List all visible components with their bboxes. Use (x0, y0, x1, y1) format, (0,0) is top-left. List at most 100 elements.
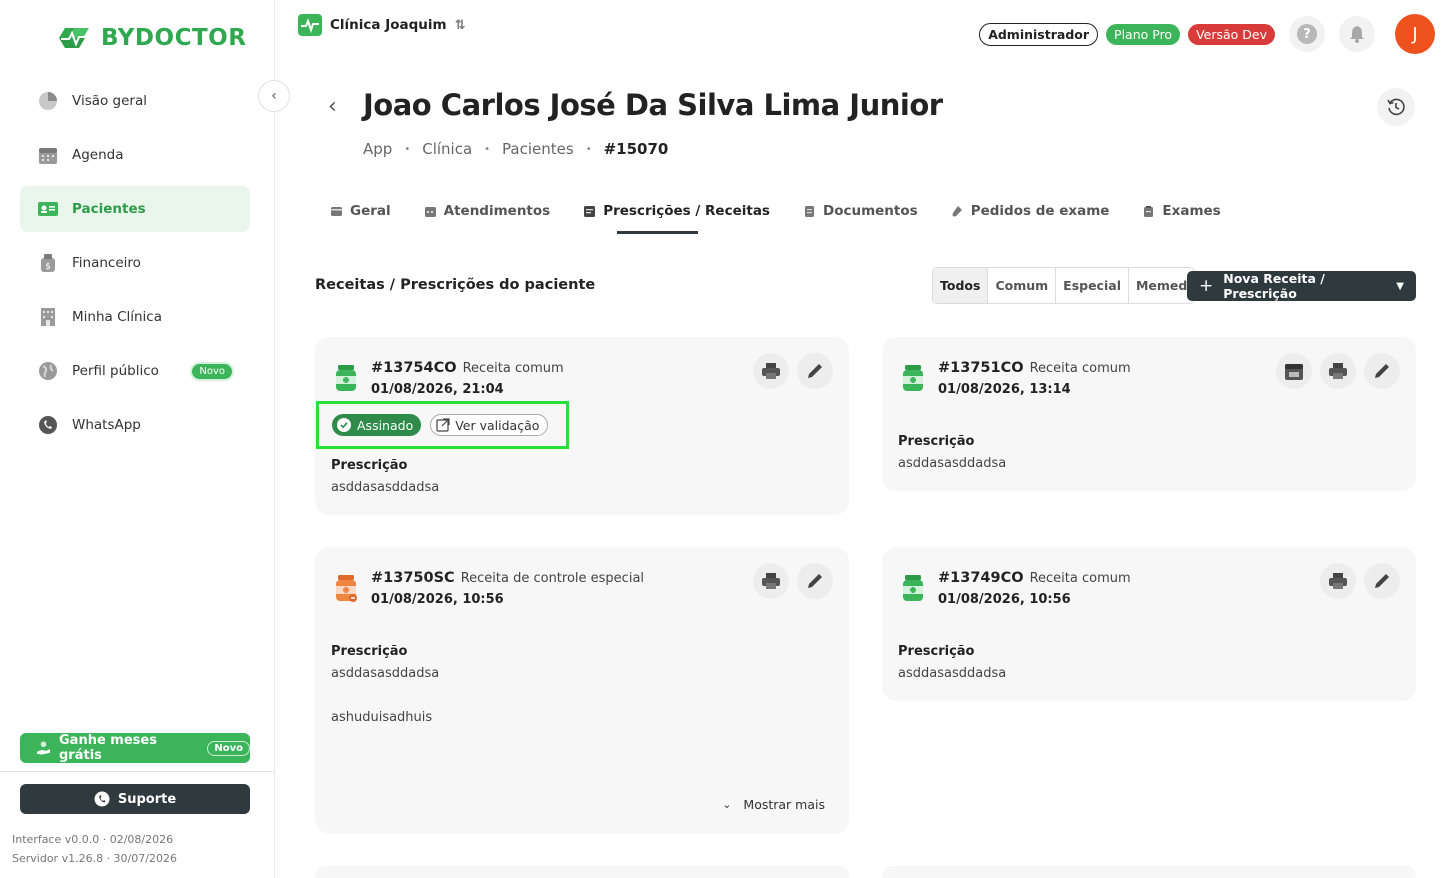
chevron-down-icon: ⌄ (722, 798, 732, 811)
breadcrumb: App • Clínica • Pacientes • #15070 (363, 140, 668, 158)
suporte-label: Suporte (117, 791, 177, 807)
history-icon (1387, 98, 1405, 116)
tab-pedidos-exame[interactable]: Pedidos de exame (952, 201, 1109, 221)
novo-badge: Novo (190, 361, 234, 381)
interface-version: Interface v0.0.0 · 02/08/2026 (12, 833, 174, 846)
filter-memed[interactable]: Memed (1127, 268, 1195, 303)
new-prescription-button[interactable]: + Nova Receita / Prescrição ▼ (1187, 271, 1416, 301)
tab-label: Geral (350, 203, 391, 219)
prescription-text: asddasasddadsa (331, 480, 440, 495)
sidebar-item-whatsapp[interactable]: WhatsApp (20, 402, 250, 448)
edit-button[interactable] (1364, 353, 1400, 389)
print-button[interactable] (753, 353, 789, 389)
logo[interactable]: BYDOCTOR (55, 22, 246, 54)
prescription-card[interactable]: #13749CO Receita comum 01/08/2026, 10:56 … (882, 547, 1416, 701)
sidebar-item-perfil-publico[interactable]: Perfil público Novo (20, 348, 250, 394)
whatsapp-icon (94, 791, 110, 807)
help-button[interactable]: ? (1289, 16, 1325, 52)
breadcrumb-separator: • (585, 143, 592, 155)
edit-button[interactable] (797, 353, 833, 389)
green-pill-bottle-icon (336, 365, 356, 391)
calendar-icon (38, 145, 58, 165)
chevron-down-icon: ▼ (1396, 280, 1404, 292)
calendar-icon (424, 206, 436, 217)
breadcrumb-item[interactable]: Pacientes (502, 140, 574, 158)
breadcrumb-item[interactable]: App (363, 140, 392, 158)
prescription-id: #13751CO (938, 360, 1024, 376)
prescription-label: Prescrição (331, 644, 408, 659)
document-icon (804, 205, 814, 217)
sidebar-item-agenda[interactable]: Agenda (20, 132, 250, 178)
print-button[interactable] (1320, 353, 1356, 389)
printer-icon (762, 363, 780, 379)
sidebar-item-minha-clinica[interactable]: Minha Clínica (20, 294, 250, 340)
new-prescription-label: Nova Receita / Prescrição (1223, 271, 1325, 301)
prescription-card[interactable]: #13751CO Receita comum 01/08/2026, 13:14 … (882, 337, 1416, 491)
pie-chart-icon (38, 91, 58, 111)
prescription-label: Prescrição (331, 458, 408, 473)
ganhe-label: Ganhe meses grátis (59, 733, 157, 763)
show-more-button[interactable]: ⌄ Mostrar mais (722, 797, 825, 812)
plan-badge: Plano Pro (1106, 23, 1181, 45)
avatar[interactable]: J (1395, 14, 1435, 54)
pencil-icon (1375, 574, 1389, 588)
active-tab-indicator (617, 231, 698, 234)
prescription-card[interactable] (882, 866, 1416, 878)
pencil-icon (808, 364, 822, 378)
tab-exames[interactable]: Exames (1143, 201, 1221, 221)
clinic-logo-icon (298, 14, 322, 36)
prescription-card[interactable] (315, 866, 849, 878)
breadcrumb-item[interactable]: Clínica (422, 140, 472, 158)
notifications-button[interactable] (1339, 16, 1375, 52)
prescription-date: 01/08/2026, 10:56 (371, 592, 504, 607)
tab-documentos[interactable]: Documentos (804, 201, 918, 221)
printer-icon (762, 573, 780, 589)
prescription-type: Receita comum (1029, 571, 1131, 586)
schedule-button[interactable] (1276, 353, 1312, 389)
view-validation-button[interactable]: Ver validação (430, 414, 549, 436)
money-bag-icon: $ (38, 253, 58, 273)
prescription-label: Prescrição (898, 434, 975, 449)
sidebar-divider (0, 771, 275, 772)
prescription-label: Prescrição (898, 644, 975, 659)
ganhe-meses-button[interactable]: Ganhe meses grátis Novo (20, 733, 250, 763)
filter-comum[interactable]: Comum (987, 268, 1056, 303)
version-badge: Versão Dev (1188, 23, 1275, 45)
sidebar-item-label: Agenda (72, 147, 124, 163)
prescription-card[interactable]: #13750SC Receita de controle especial 01/… (315, 547, 849, 834)
test-tube-icon (952, 205, 962, 216)
sidebar-item-financeiro[interactable]: $ Financeiro (20, 240, 250, 286)
tab-prescricoes[interactable]: Prescrições / Receitas (584, 201, 770, 221)
gift-hand-icon (36, 741, 51, 755)
print-button[interactable] (753, 563, 789, 599)
collapse-sidebar-button[interactable]: ‹ (258, 80, 290, 112)
tab-geral[interactable]: Geral (331, 201, 391, 221)
logo-icon (59, 28, 89, 48)
filter-especial[interactable]: Especial (1055, 268, 1128, 303)
edit-button[interactable] (1364, 563, 1400, 599)
prescription-icon (584, 205, 596, 217)
filter-todos[interactable]: Todos (933, 268, 988, 303)
back-button[interactable]: ‹ (328, 94, 337, 119)
sidebar: BYDOCTOR Visão geral Agenda Pacientes $ … (0, 0, 275, 878)
edit-button[interactable] (797, 563, 833, 599)
sidebar-item-label: Minha Clínica (72, 309, 163, 325)
sidebar-item-visao-geral[interactable]: Visão geral (20, 78, 250, 124)
suporte-button[interactable]: Suporte (20, 784, 250, 814)
prescription-id: #13750SC (371, 570, 455, 586)
prescription-text-line: ashuduisadhuis (331, 710, 433, 725)
prescription-date: 01/08/2026, 13:14 (938, 382, 1071, 397)
tab-atendimentos[interactable]: Atendimentos (424, 201, 550, 221)
clinic-switcher[interactable]: Clínica Joaquim ⇅ (298, 14, 466, 36)
svg-text:$: $ (45, 262, 51, 272)
calendar-icon (1285, 364, 1303, 380)
print-button[interactable] (1320, 563, 1356, 599)
plus-icon: + (1199, 276, 1214, 296)
history-button[interactable] (1377, 88, 1415, 126)
show-more-label: Mostrar mais (743, 797, 825, 812)
topbar-actions: Administrador Plano Pro Versão Dev ? J (979, 14, 1435, 54)
tab-label: Documentos (822, 203, 918, 219)
sidebar-item-pacientes[interactable]: Pacientes (20, 186, 250, 232)
breadcrumb-current: #15070 (603, 140, 669, 158)
chevron-left-icon: ‹ (328, 94, 337, 119)
